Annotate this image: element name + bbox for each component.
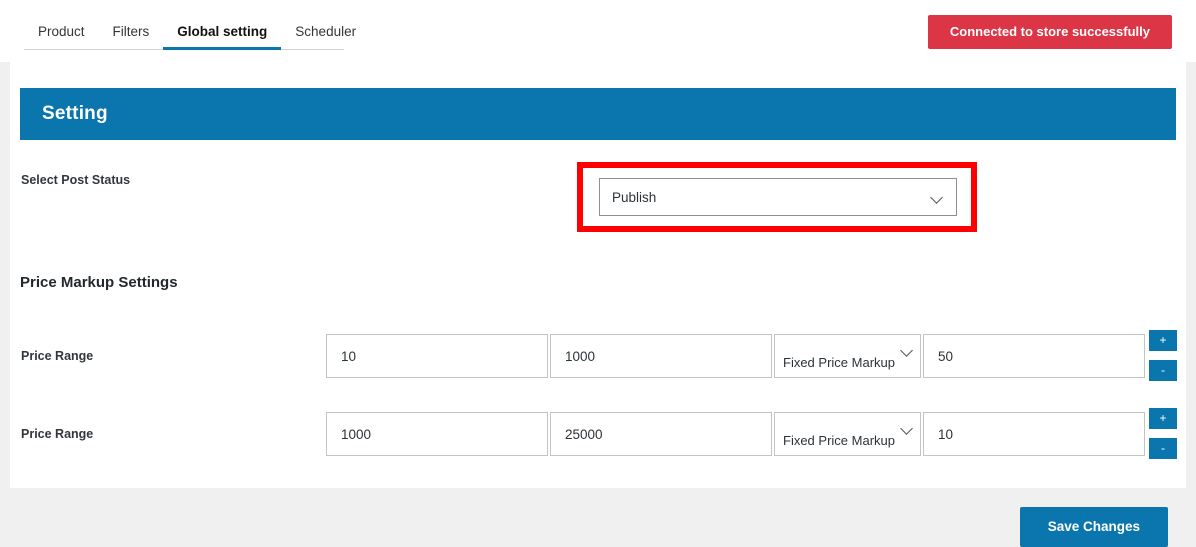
add-price-range-button[interactable]: + xyxy=(1149,330,1177,351)
price-range-row: Price Range 10 1000 Fixed Price Markup 5… xyxy=(10,332,1186,380)
settings-card: Setting Select Post Status Publish Price… xyxy=(10,62,1186,488)
tab-global-setting[interactable]: Global setting xyxy=(163,19,281,49)
markup-value-input[interactable]: 50 xyxy=(923,334,1145,378)
markup-type-value: Fixed Price Markup xyxy=(783,343,901,370)
top-bar: Product Filters Global setting Scheduler… xyxy=(0,0,1196,62)
markup-type-value: Fixed Price Markup xyxy=(783,421,901,448)
remove-price-range-button[interactable]: - xyxy=(1149,360,1177,381)
tab-bar: Product Filters Global setting Scheduler xyxy=(24,18,344,50)
panel-header: Setting xyxy=(20,88,1176,140)
price-range-max-input[interactable]: 25000 xyxy=(550,412,772,456)
status-badge-connected[interactable]: Connected to store successfully xyxy=(928,15,1172,49)
post-status-value: Publish xyxy=(612,190,931,205)
chevron-down-icon xyxy=(901,344,914,369)
price-range-min-input[interactable]: 1000 xyxy=(326,412,548,456)
row-actions: + - xyxy=(1149,408,1177,460)
price-range-max-input[interactable]: 1000 xyxy=(550,334,772,378)
tab-product[interactable]: Product xyxy=(24,19,99,49)
footer-bar: Save Changes xyxy=(0,488,1196,547)
price-range-label: Price Range xyxy=(10,349,310,363)
markup-value-input[interactable]: 10 xyxy=(923,412,1145,456)
chevron-down-icon xyxy=(901,422,914,447)
chevron-down-icon xyxy=(931,191,944,204)
post-status-row: Select Post Status xyxy=(10,173,1186,187)
remove-price-range-button[interactable]: - xyxy=(1149,438,1177,459)
row-actions: + - xyxy=(1149,330,1177,382)
tab-scheduler[interactable]: Scheduler xyxy=(281,19,370,49)
save-changes-button[interactable]: Save Changes xyxy=(1020,507,1168,547)
post-status-label: Select Post Status xyxy=(10,173,310,187)
price-markup-title: Price Markup Settings xyxy=(20,274,178,291)
price-range-label: Price Range xyxy=(10,427,310,441)
markup-type-select[interactable]: Fixed Price Markup xyxy=(774,412,921,456)
post-status-select[interactable]: Publish xyxy=(599,178,957,216)
tab-filters[interactable]: Filters xyxy=(99,19,164,49)
add-price-range-button[interactable]: + xyxy=(1149,408,1177,429)
price-range-min-input[interactable]: 10 xyxy=(326,334,548,378)
markup-type-select[interactable]: Fixed Price Markup xyxy=(774,334,921,378)
price-range-row: Price Range 1000 25000 Fixed Price Marku… xyxy=(10,410,1186,458)
page-title: Setting xyxy=(42,103,108,125)
